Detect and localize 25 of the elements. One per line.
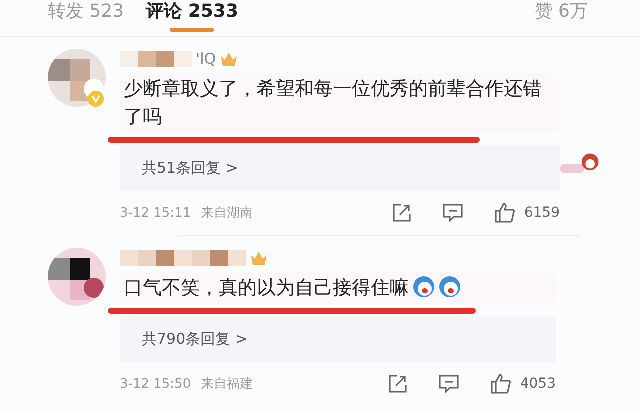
username: 'lQ xyxy=(196,50,216,68)
replies-link[interactable]: 共790条回复 > xyxy=(120,316,556,362)
face-emoji-icon xyxy=(413,276,435,298)
comment-text: 口气不笑，真的以为自己接得住嘛 xyxy=(120,272,556,304)
share-icon[interactable] xyxy=(392,203,412,223)
comment-time: 3-12 15:11 xyxy=(120,206,192,220)
comment-location: 来自湖南 xyxy=(201,205,254,222)
share-icon[interactable] xyxy=(388,374,408,394)
active-tab-indicator xyxy=(170,28,214,32)
comment-icon[interactable] xyxy=(438,374,460,394)
thumbs-up-icon[interactable] xyxy=(494,202,516,224)
comment-location: 来自福建 xyxy=(201,376,254,393)
comment-icon[interactable] xyxy=(442,203,464,223)
verified-badge-icon xyxy=(88,91,104,107)
comment-text: 少断章取义了，希望和每一位优秀的前辈合作还错了吗 xyxy=(120,73,560,133)
like-count: 6159 xyxy=(524,205,560,221)
replies-link[interactable]: 共51条回复 > xyxy=(120,145,560,191)
face-emoji-icon xyxy=(439,276,461,298)
pixelated-name xyxy=(120,49,192,69)
comment-time: 3-12 15:50 xyxy=(120,376,192,392)
tab[interactable]: 评论 2533 xyxy=(146,0,238,36)
crown-icon xyxy=(220,51,238,67)
like-count: 4053 xyxy=(520,376,556,392)
crown-icon xyxy=(250,250,268,266)
thumbs-up-icon[interactable] xyxy=(490,373,512,395)
